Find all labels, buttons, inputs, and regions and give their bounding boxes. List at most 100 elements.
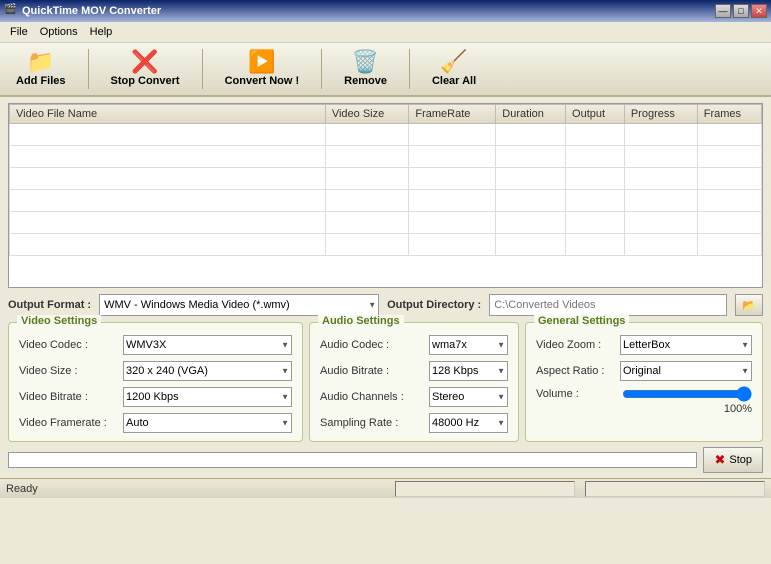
menu-file[interactable]: File [4, 24, 34, 40]
convert-now-label: Convert Now ! [225, 75, 300, 87]
settings-area: Output Format : WMV - Windows Media Vide… [0, 294, 771, 442]
col-video-file-name: Video File Name [10, 105, 326, 124]
aspect-ratio-row: Aspect Ratio : Original4:316:9 [536, 361, 752, 381]
video-framerate-row: Video Framerate : Auto15242530 [19, 413, 292, 433]
sampling-rate-wrapper: 48000 Hz44100 Hz22050 Hz [429, 413, 508, 433]
audio-codec-row: Audio Codec : wma7xmp3aac [320, 335, 508, 355]
sampling-rate-select[interactable]: 48000 Hz44100 Hz22050 Hz [429, 413, 508, 433]
file-table: Video File Name Video Size FrameRate Dur… [9, 104, 762, 256]
browse-button[interactable]: 📂 [735, 294, 763, 316]
video-framerate-label: Video Framerate : [19, 417, 119, 429]
video-codec-row: Video Codec : WMV3XWMV2WMV1 [19, 335, 292, 355]
video-zoom-wrapper: LetterBoxStretchCrop [620, 335, 752, 355]
col-duration: Duration [496, 105, 566, 124]
close-button[interactable]: ✕ [751, 4, 767, 18]
audio-settings-panel: Audio Settings Audio Codec : wma7xmp3aac… [309, 322, 519, 442]
file-table-container: Video File Name Video Size FrameRate Dur… [8, 103, 763, 288]
browse-icon: 📂 [742, 299, 756, 312]
table-row [10, 146, 762, 168]
table-row [10, 190, 762, 212]
video-zoom-select[interactable]: LetterBoxStretchCrop [620, 335, 752, 355]
audio-bitrate-wrapper: 128 Kbps64 Kbps192 Kbps256 Kbps [429, 361, 508, 381]
table-row [10, 212, 762, 234]
video-framerate-select[interactable]: Auto15242530 [123, 413, 292, 433]
minimize-button[interactable]: — [715, 4, 731, 18]
video-codec-select[interactable]: WMV3XWMV2WMV1 [123, 335, 292, 355]
video-settings-panel: Video Settings Video Codec : WMV3XWMV2WM… [8, 322, 303, 442]
separator-1 [88, 49, 89, 89]
col-progress: Progress [624, 105, 697, 124]
status-bar: Ready [0, 478, 771, 498]
add-files-label: Add Files [16, 75, 66, 87]
app-icon: 🎬 [4, 4, 18, 18]
convert-now-icon: ▶️ [248, 51, 275, 73]
panels-row: Video Settings Video Codec : WMV3XWMV2WM… [8, 322, 763, 442]
video-bitrate-label: Video Bitrate : [19, 391, 119, 403]
stop-button[interactable]: ✖ Stop [703, 447, 763, 473]
video-bitrate-row: Video Bitrate : 1200 Kbps800 Kbps2000 Kb… [19, 387, 292, 407]
col-framerate: FrameRate [409, 105, 496, 124]
title-bar: 🎬 QuickTime MOV Converter — □ ✕ [0, 0, 771, 22]
video-framerate-wrapper: Auto15242530 [123, 413, 292, 433]
video-settings-legend: Video Settings [17, 315, 101, 327]
audio-channels-wrapper: StereoMono [429, 387, 508, 407]
window-controls: — □ ✕ [715, 4, 767, 18]
audio-bitrate-row: Audio Bitrate : 128 Kbps64 Kbps192 Kbps2… [320, 361, 508, 381]
clear-all-label: Clear All [432, 75, 476, 87]
stop-convert-button[interactable]: ❌ Stop Convert [103, 47, 188, 91]
status-text: Ready [6, 483, 385, 495]
stop-convert-icon: ❌ [131, 51, 158, 73]
volume-slider[interactable] [622, 387, 752, 401]
volume-pct-row: 100% [536, 403, 752, 415]
audio-bitrate-select[interactable]: 128 Kbps64 Kbps192 Kbps256 Kbps [429, 361, 508, 381]
status-pane-2 [585, 481, 765, 497]
video-codec-wrapper: WMV3XWMV2WMV1 [123, 335, 292, 355]
video-bitrate-select[interactable]: 1200 Kbps800 Kbps2000 Kbps [123, 387, 292, 407]
stop-label: Stop [729, 454, 752, 466]
output-directory-label: Output Directory : [387, 299, 481, 311]
table-row [10, 168, 762, 190]
audio-bitrate-label: Audio Bitrate : [320, 365, 425, 377]
add-files-icon: 📁 [27, 51, 54, 73]
video-zoom-row: Video Zoom : LetterBoxStretchCrop [536, 335, 752, 355]
video-size-label: Video Size : [19, 365, 119, 377]
maximize-button[interactable]: □ [733, 4, 749, 18]
col-output: Output [566, 105, 625, 124]
output-format-select[interactable]: WMV - Windows Media Video (*.wmv) MP4 - … [99, 294, 379, 316]
progress-bar-container [8, 452, 697, 468]
sampling-rate-row: Sampling Rate : 48000 Hz44100 Hz22050 Hz [320, 413, 508, 433]
menu-options[interactable]: Options [34, 24, 84, 40]
toolbar: 📁 Add Files ❌ Stop Convert ▶️ Convert No… [0, 43, 771, 97]
video-zoom-label: Video Zoom : [536, 339, 616, 351]
col-frames: Frames [697, 105, 761, 124]
volume-label: Volume : [536, 388, 616, 400]
video-size-select[interactable]: 320 x 240 (VGA)640 x 4801280 x 720 [123, 361, 292, 381]
volume-row: Volume : [536, 387, 752, 401]
audio-codec-label: Audio Codec : [320, 339, 425, 351]
audio-channels-select[interactable]: StereoMono [429, 387, 508, 407]
audio-codec-select[interactable]: wma7xmp3aac [429, 335, 508, 355]
menu-help[interactable]: Help [84, 24, 119, 40]
output-format-row: Output Format : WMV - Windows Media Vide… [8, 294, 763, 316]
status-pane-1 [395, 481, 575, 497]
video-size-wrapper: 320 x 240 (VGA)640 x 4801280 x 720 [123, 361, 292, 381]
separator-3 [321, 49, 322, 89]
audio-channels-label: Audio Channels : [320, 391, 425, 403]
remove-button[interactable]: 🗑️ Remove [336, 47, 395, 91]
menu-bar: File Options Help [0, 22, 771, 43]
output-format-wrapper: WMV - Windows Media Video (*.wmv) MP4 - … [99, 294, 379, 316]
aspect-ratio-select[interactable]: Original4:316:9 [620, 361, 752, 381]
video-size-row: Video Size : 320 x 240 (VGA)640 x 480128… [19, 361, 292, 381]
stop-icon: ✖ [714, 452, 725, 468]
convert-now-button[interactable]: ▶️ Convert Now ! [217, 47, 308, 91]
add-files-button[interactable]: 📁 Add Files [8, 47, 74, 91]
remove-icon: 🗑️ [352, 51, 379, 73]
aspect-ratio-label: Aspect Ratio : [536, 365, 616, 377]
audio-settings-legend: Audio Settings [318, 315, 404, 327]
clear-all-button[interactable]: 🧹 Clear All [424, 47, 484, 91]
video-codec-label: Video Codec : [19, 339, 119, 351]
output-directory-input[interactable] [489, 294, 727, 316]
stop-convert-label: Stop Convert [111, 75, 180, 87]
col-video-size: Video Size [325, 105, 409, 124]
output-format-label: Output Format : [8, 299, 91, 311]
